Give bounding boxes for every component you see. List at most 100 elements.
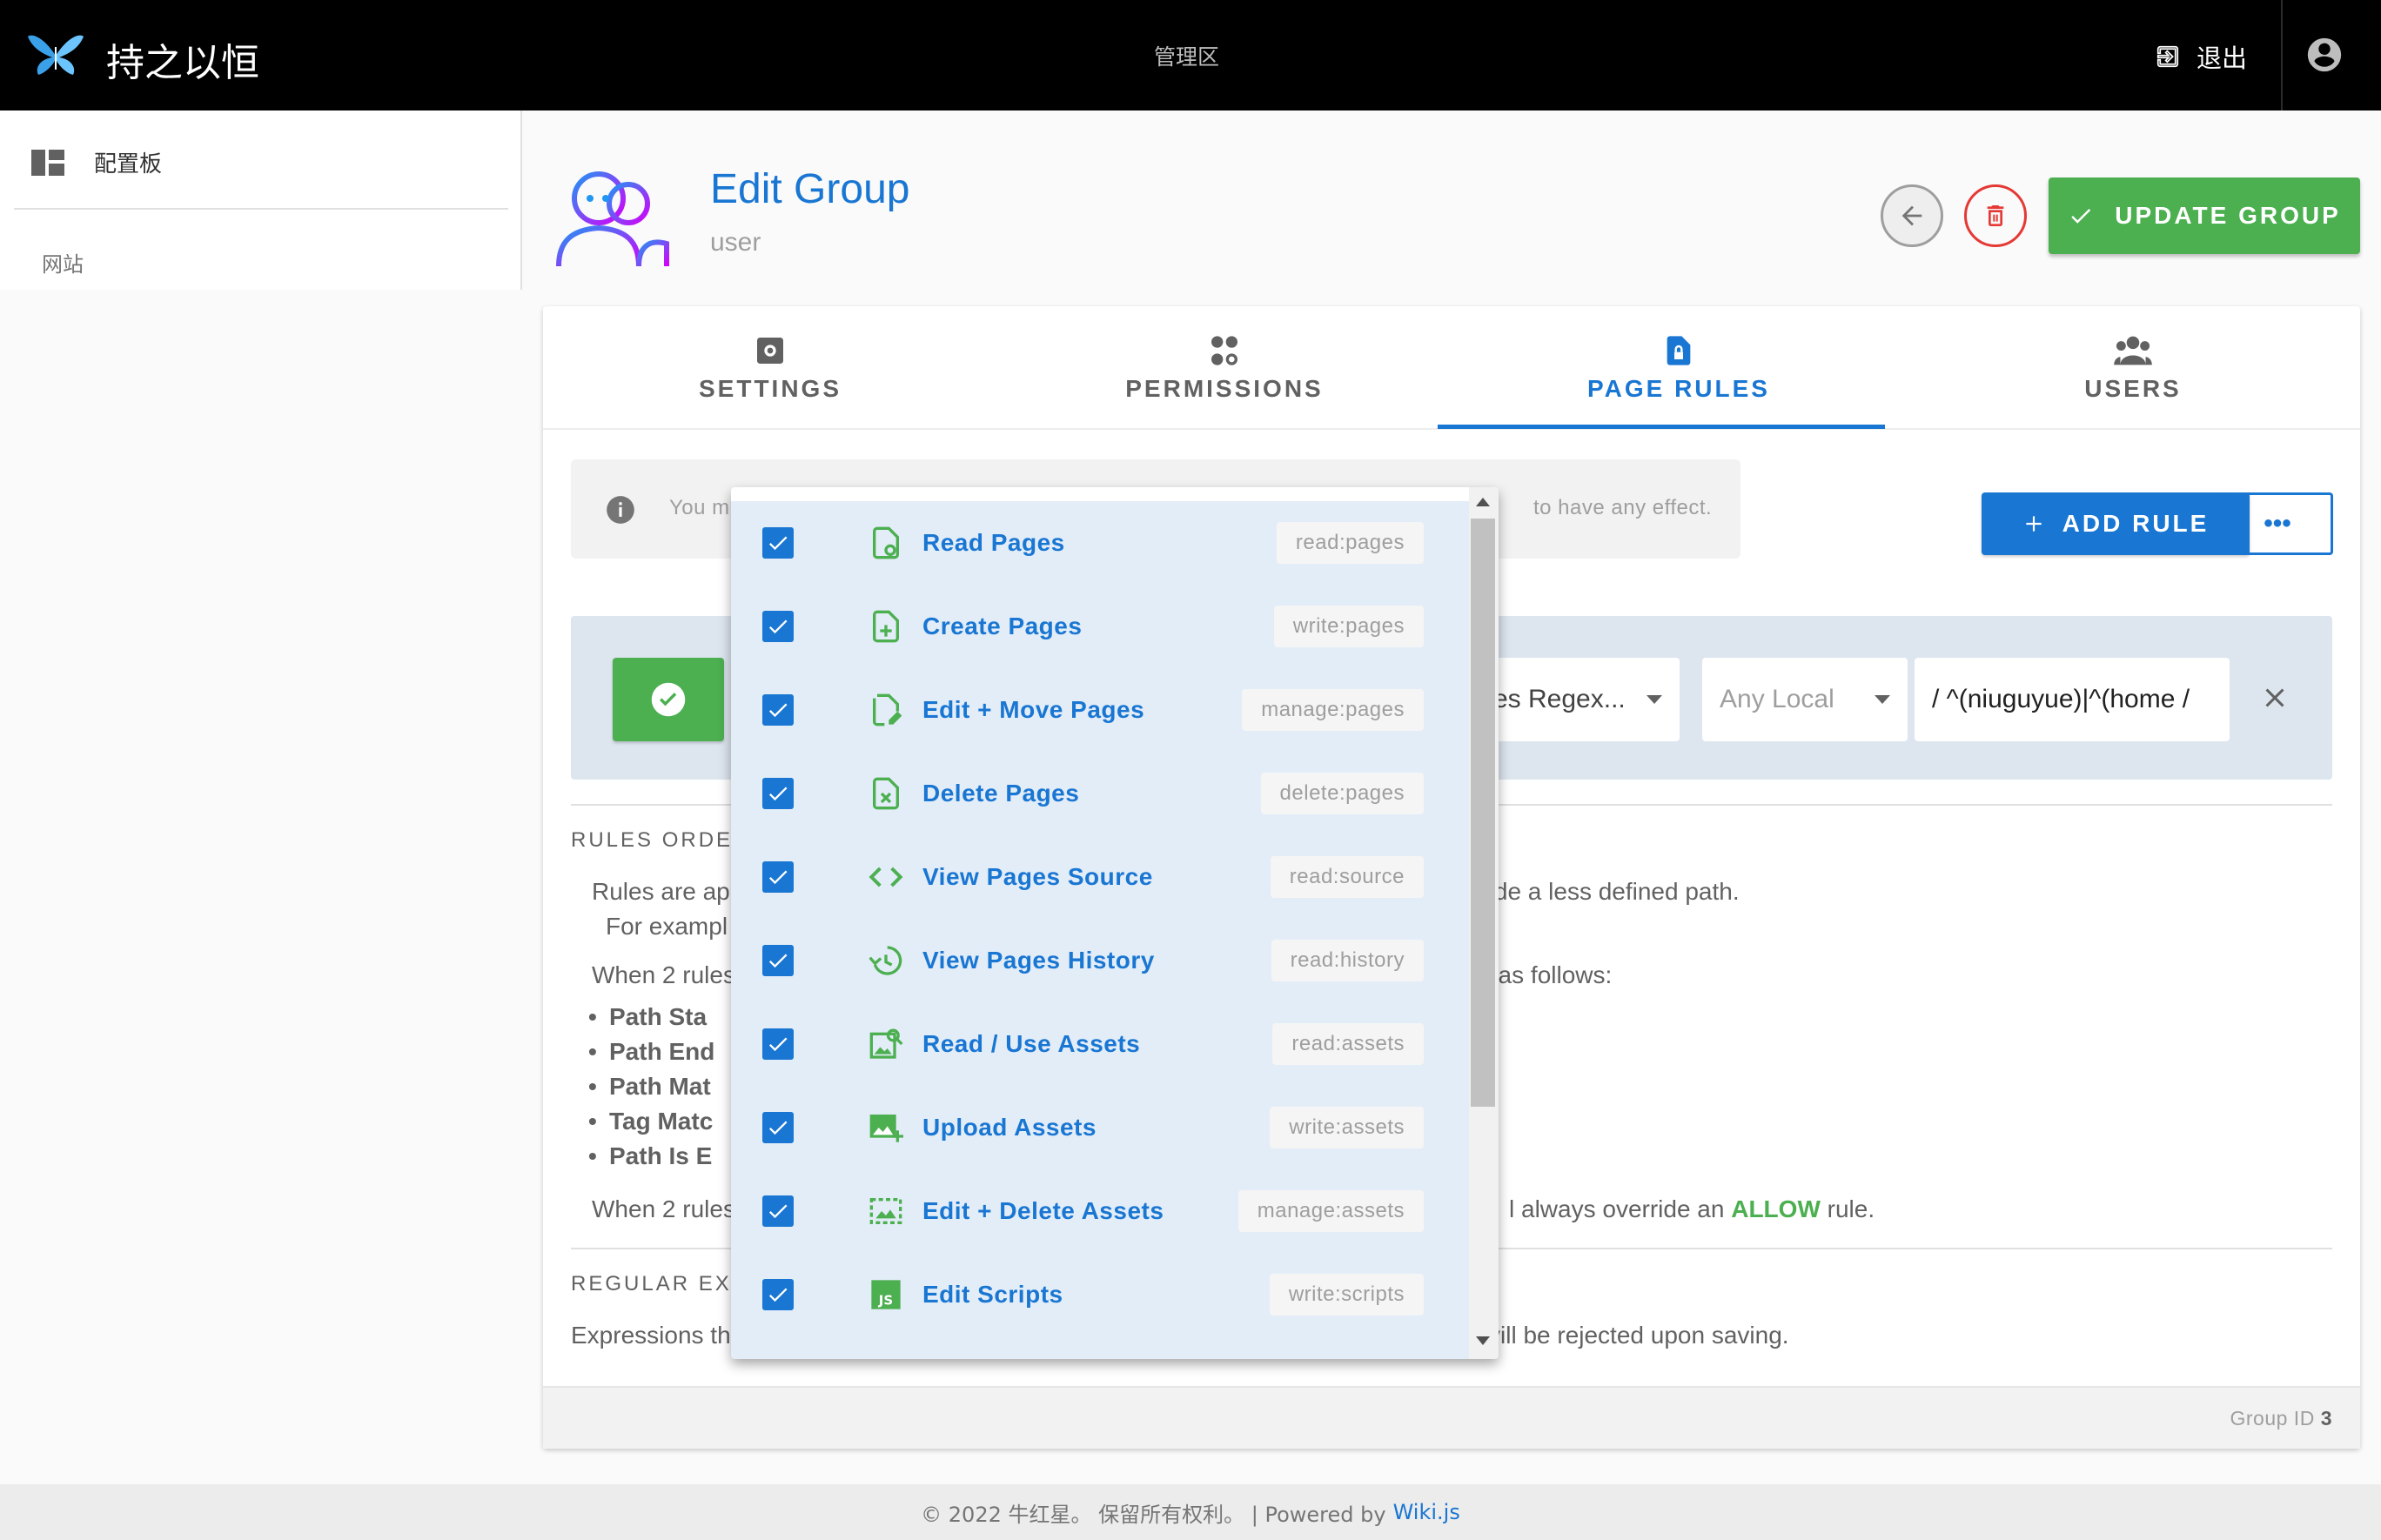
permission-option[interactable]: Edit + Move Pages manage:pages bbox=[731, 668, 1469, 752]
tab-label: PAGE RULES bbox=[1587, 375, 1770, 402]
info-text: You m bbox=[669, 496, 730, 519]
permission-label: Edit + Delete Assets bbox=[922, 1197, 1164, 1224]
arrow-left-icon bbox=[1901, 205, 1922, 226]
rule-match-value: es Regex... bbox=[1493, 685, 1626, 713]
permission-label: Edit + Move Pages bbox=[922, 696, 1145, 723]
permission-option[interactable]: JS Edit Scripts write:scripts bbox=[731, 1253, 1469, 1336]
permission-option[interactable]: Read / Use Assets read:assets bbox=[731, 1002, 1469, 1086]
code-icon bbox=[867, 858, 905, 896]
rule-text-end: rule. bbox=[1827, 1195, 1875, 1222]
butterfly-logo-icon[interactable] bbox=[26, 30, 85, 80]
group-id-label: Group ID bbox=[2230, 1407, 2315, 1430]
rules-order-text: Rules are ap bbox=[592, 878, 730, 905]
checkbox[interactable] bbox=[762, 694, 794, 726]
checkbox[interactable] bbox=[762, 527, 794, 559]
page-footer: © 2022 牛红星。 保留所有权利。 | Powered by Wiki.js bbox=[0, 1484, 2381, 1540]
checkbox[interactable] bbox=[762, 1028, 794, 1060]
rules-order-text-tail: rride a less defined path. bbox=[1472, 878, 1740, 905]
permission-label: View Pages History bbox=[922, 947, 1155, 974]
logout-label: 退出 bbox=[2197, 44, 2248, 73]
svg-text:JS: JS bbox=[878, 1293, 893, 1309]
rules-order-text: When 2 rules bbox=[592, 1195, 735, 1222]
trash-icon bbox=[1987, 205, 2004, 226]
rules-order-text-tail: l always override an ALLOW rule. bbox=[1509, 1195, 1875, 1223]
rule-locale-select[interactable]: Any Local bbox=[1702, 658, 1908, 741]
permission-scope-chip: read:history bbox=[1271, 940, 1424, 981]
permissions-icon bbox=[1211, 336, 1237, 365]
account-circle-icon[interactable] bbox=[2304, 35, 2344, 75]
permission-option[interactable]: View Pages History read:history bbox=[731, 919, 1469, 1002]
permission-scope-chip: write:scripts bbox=[1269, 1274, 1424, 1316]
topbar-divider bbox=[2281, 0, 2283, 110]
sidebar-item-dashboard[interactable]: 配置板 bbox=[31, 146, 162, 178]
site-title[interactable]: 持之以恒 bbox=[106, 31, 259, 87]
permission-option[interactable]: Create Pages write:pages bbox=[731, 585, 1469, 668]
tab-bar: SETTINGS PERMISSIONS PAGE RULES USERS bbox=[543, 306, 2360, 430]
sidebar: 配置板 网站 bbox=[0, 110, 522, 290]
update-group-button[interactable]: UPDATE GROUP bbox=[2049, 177, 2360, 254]
permission-label: Upload Assets bbox=[922, 1114, 1097, 1141]
permission-option[interactable]: Read Pages read:pages bbox=[731, 501, 1469, 585]
checkbox-checked-icon bbox=[768, 1037, 788, 1052]
history-icon bbox=[867, 941, 905, 980]
list-item: Path Sta bbox=[588, 1003, 707, 1031]
rule-match-select[interactable]: es Regex... bbox=[1476, 658, 1680, 741]
image-plus-icon bbox=[867, 1108, 905, 1147]
checkbox[interactable] bbox=[762, 611, 794, 642]
checkbox-checked-icon bbox=[768, 1121, 788, 1135]
wikijs-link[interactable]: Wiki.js bbox=[1393, 1500, 1460, 1524]
permission-option[interactable]: Upload Assets write:assets bbox=[731, 1086, 1469, 1169]
permission-label: Read Pages bbox=[922, 529, 1065, 556]
checkbox[interactable] bbox=[762, 945, 794, 976]
list-item: Path Is E bbox=[588, 1142, 712, 1170]
checkbox-checked-icon bbox=[768, 619, 788, 634]
permission-scope-chip: read:source bbox=[1270, 856, 1424, 898]
rule-allow-toggle[interactable] bbox=[613, 658, 724, 741]
delete-group-button[interactable] bbox=[1964, 184, 2027, 247]
sidebar-border bbox=[520, 110, 522, 290]
scroll-up-icon[interactable] bbox=[1476, 498, 1490, 506]
checkbox[interactable] bbox=[762, 778, 794, 809]
rules-order-heading: RULES ORDER bbox=[571, 828, 751, 852]
list-item: Tag Matc bbox=[588, 1108, 713, 1135]
page-subtitle: user bbox=[710, 228, 761, 257]
scroll-down-icon[interactable] bbox=[1476, 1336, 1490, 1345]
permission-label: Delete Pages bbox=[922, 780, 1080, 807]
regex-text: Expressions th bbox=[571, 1322, 731, 1349]
checkbox-checked-icon bbox=[768, 787, 788, 801]
permission-label: View Pages Source bbox=[922, 863, 1153, 890]
tab-label: SETTINGS bbox=[698, 375, 842, 402]
sidebar-section-website[interactable]: 网站 bbox=[42, 247, 84, 278]
checkbox[interactable] bbox=[762, 861, 794, 893]
back-button[interactable] bbox=[1881, 184, 1943, 247]
permission-option[interactable]: Delete Pages delete:pages bbox=[731, 752, 1469, 835]
settings-icon bbox=[757, 338, 783, 364]
checkbox-checked-icon bbox=[768, 1288, 788, 1302]
logout-icon bbox=[2156, 45, 2179, 68]
tab-permissions[interactable]: PERMISSIONS bbox=[997, 306, 1452, 430]
checkbox-checked-icon bbox=[768, 536, 788, 551]
file-edit-icon bbox=[867, 691, 905, 729]
checkbox[interactable] bbox=[762, 1279, 794, 1310]
close-icon[interactable] bbox=[2259, 682, 2290, 713]
checkbox[interactable] bbox=[762, 1112, 794, 1143]
add-rule-button[interactable]: ADD RULE bbox=[1982, 492, 2250, 555]
permission-option[interactable]: View Pages Source read:source bbox=[731, 835, 1469, 919]
more-options-button[interactable]: ••• bbox=[2222, 492, 2333, 555]
footer-text: © 2022 牛红星。 保留所有权利。 | Powered by bbox=[921, 1502, 1386, 1527]
tab-users[interactable]: USERS bbox=[1906, 306, 2360, 430]
dropdown-scrollbar-thumb[interactable] bbox=[1471, 519, 1495, 1107]
permission-scope-chip: manage:assets bbox=[1237, 1190, 1424, 1232]
rules-order-text: When 2 rules bbox=[592, 961, 735, 988]
rule-path-input[interactable]: / ^(niuguyue)|^(home / bbox=[1915, 658, 2230, 741]
update-group-label: UPDATE GROUP bbox=[2115, 202, 2341, 229]
caret-down-icon bbox=[1647, 695, 1662, 704]
tab-page-rules[interactable]: PAGE RULES bbox=[1452, 306, 1906, 430]
tab-settings[interactable]: SETTINGS bbox=[543, 306, 997, 430]
regex-text-tail: vill be rejected upon saving. bbox=[1488, 1322, 1789, 1349]
checkbox[interactable] bbox=[762, 1195, 794, 1227]
permission-option[interactable]: Edit + Delete Assets manage:assets bbox=[731, 1169, 1469, 1253]
top-bar: 持之以恒 管理区 退出 bbox=[0, 0, 2381, 110]
logout-button[interactable]: 退出 bbox=[2155, 38, 2247, 75]
rule-locale-value: Any Local bbox=[1720, 685, 1834, 713]
